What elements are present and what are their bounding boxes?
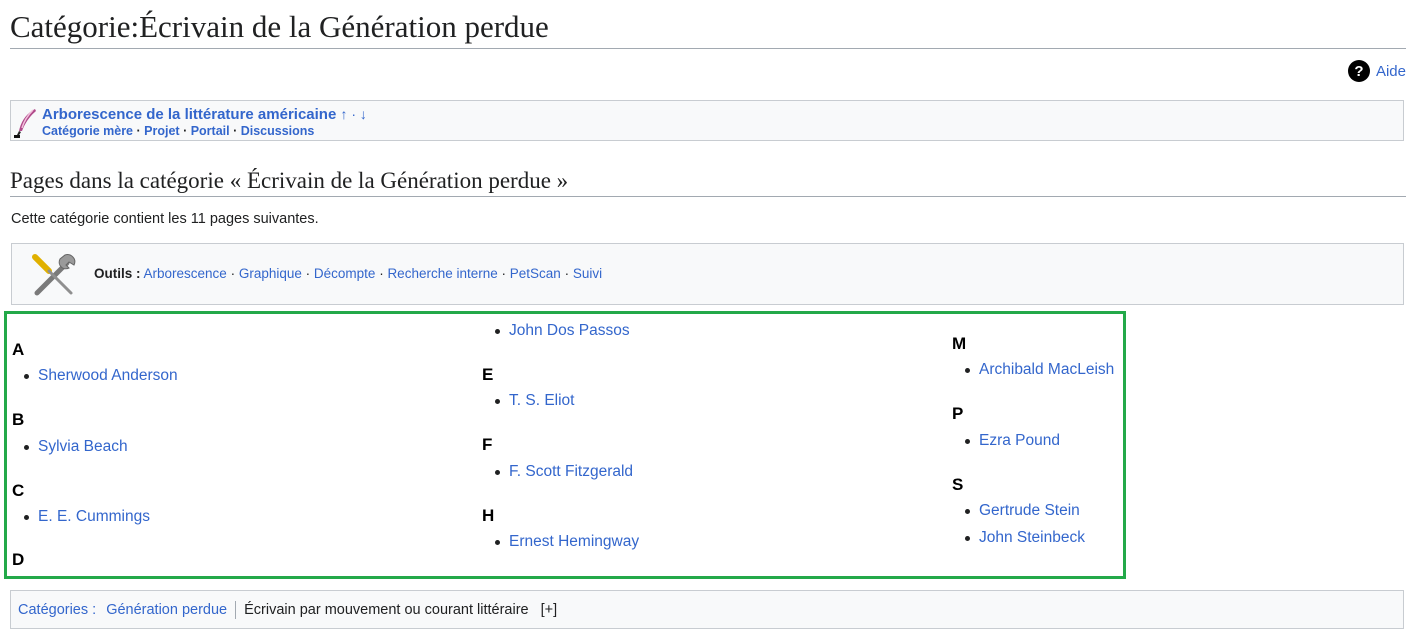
category-pages-listing: A Sherwood Anderson B Sylvia Beach C E. … — [4, 311, 1126, 579]
tree-title-link[interactable]: Arborescence de la littérature américain… — [42, 106, 336, 123]
bullet — [495, 398, 500, 404]
page-link[interactable]: F. Scott Fitzgerald — [509, 463, 633, 481]
list-item: Sherwood Anderson — [24, 367, 178, 385]
list-item: Ezra Pound — [965, 432, 1060, 450]
list-item: Gertrude Stein — [965, 502, 1080, 520]
list-item: E. E. Cummings — [24, 508, 150, 526]
list-item: Archibald MacLeish — [965, 361, 1114, 379]
bullet — [24, 444, 29, 450]
tools-box: Outils : Arborescence · Graphique · Déco… — [11, 243, 1404, 305]
bullet — [965, 535, 970, 541]
pages-section-heading: Pages dans la catégorie « Écrivain de la… — [10, 166, 1406, 197]
list-item: John Steinbeck — [965, 529, 1085, 547]
help-question-icon[interactable]: ? — [1347, 60, 1370, 82]
categories-expand-toggle[interactable]: [+] — [541, 602, 558, 618]
tools-link-tree[interactable]: Arborescence — [144, 266, 227, 281]
tree-link-portal[interactable]: Portail — [191, 124, 230, 138]
bullet — [965, 438, 970, 444]
list-item: F. Scott Fitzgerald — [495, 463, 633, 481]
tools-link-follow[interactable]: Suivi — [573, 266, 602, 281]
page-link[interactable]: Ernest Hemingway — [509, 533, 639, 551]
help-label[interactable]: Aide — [1376, 63, 1406, 80]
letter-heading: E — [482, 365, 494, 384]
page-link[interactable]: Sherwood Anderson — [38, 367, 178, 385]
page-link[interactable]: Archibald MacLeish — [979, 361, 1114, 379]
page-link[interactable]: Sylvia Beach — [38, 438, 128, 456]
bullet — [965, 508, 970, 514]
letter-heading: P — [952, 404, 964, 423]
tools-link-graph[interactable]: Graphique — [239, 266, 302, 281]
page-link[interactable]: Ezra Pound — [979, 432, 1060, 450]
tools-link-internal-search[interactable]: Recherche interne — [387, 266, 497, 281]
wrench-screwdriver-icon — [32, 254, 76, 296]
letter-heading: D — [12, 550, 25, 569]
bullet — [965, 367, 970, 373]
page-link[interactable]: John Dos Passos — [509, 322, 630, 340]
tools-link-count[interactable]: Décompte — [314, 266, 376, 281]
category-link-writer-by-movement[interactable]: Écrivain par mouvement ou courant littér… — [244, 602, 529, 618]
category-separator — [235, 600, 237, 619]
tree-link-project[interactable]: Projet — [144, 124, 179, 138]
tree-title-row: Arborescence de la littérature américain… — [42, 106, 367, 123]
page-link[interactable]: T. S. Eliot — [509, 392, 574, 410]
tools-link-petscan[interactable]: PetScan — [510, 266, 561, 281]
categories-label[interactable]: Catégories : — [18, 602, 96, 618]
help-link[interactable]: ? Aide — [1347, 60, 1406, 82]
bullet — [495, 469, 500, 475]
tools-row: Outils : Arborescence · Graphique · Déco… — [94, 266, 603, 281]
list-item: T. S. Eliot — [495, 392, 574, 410]
letter-heading: H — [482, 506, 495, 525]
letter-heading: B — [12, 410, 25, 429]
tree-link-discussions[interactable]: Discussions — [241, 124, 315, 138]
bullet — [24, 514, 29, 520]
letter-heading: S — [952, 475, 964, 494]
pages-count-text: Cette catégorie contient les 11 pages su… — [11, 211, 319, 227]
bullet — [24, 373, 29, 379]
page-link[interactable]: John Steinbeck — [979, 529, 1085, 547]
tree-links: Catégorie mère · Projet · Portail · Disc… — [42, 124, 315, 138]
list-item: Ernest Hemingway — [495, 533, 639, 551]
literature-tree-navbox: Arborescence de la littérature américain… — [10, 100, 1404, 141]
tools-label: Outils : — [94, 266, 141, 281]
letter-heading: M — [952, 334, 967, 353]
page-link[interactable]: Gertrude Stein — [979, 502, 1080, 520]
list-item: Sylvia Beach — [24, 438, 128, 456]
bullet — [495, 539, 500, 545]
tree-link-parent-category[interactable]: Catégorie mère — [42, 124, 133, 138]
letter-heading: C — [12, 481, 25, 500]
categories-footer: Catégories : Génération perdue Écrivain … — [10, 590, 1404, 629]
bullet — [495, 328, 500, 334]
page-link[interactable]: E. E. Cummings — [38, 508, 150, 526]
page-title: Catégorie:Écrivain de la Génération perd… — [10, 8, 1406, 49]
tree-nav-arrows[interactable]: ↑ · ↓ — [340, 106, 366, 122]
letter-heading: F — [482, 435, 493, 454]
letter-heading: A — [12, 340, 25, 359]
list-item: John Dos Passos — [495, 322, 630, 340]
quill-pen-icon — [14, 109, 36, 138]
category-link-lost-generation[interactable]: Génération perdue — [106, 602, 227, 618]
